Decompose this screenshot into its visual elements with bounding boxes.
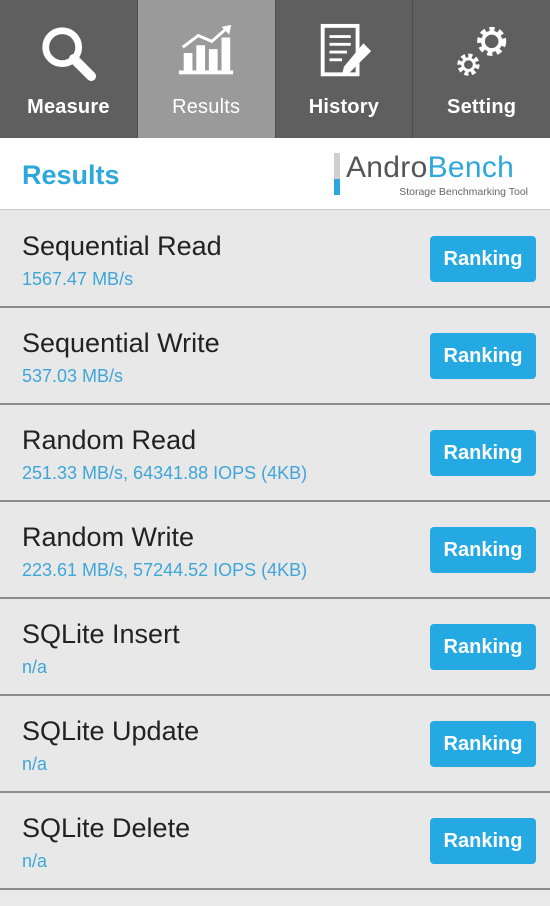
results-list: Sequential Read 1567.47 MB/s Ranking Seq…: [0, 211, 550, 890]
tab-label: Setting: [447, 96, 517, 118]
result-value: 1567.47 MB/s: [22, 269, 134, 289]
result-row-sqlite-delete: SQLite Delete n/a Ranking: [0, 793, 550, 890]
result-row-sqlite-update: SQLite Update n/a Ranking: [0, 696, 550, 793]
ranking-button[interactable]: Ranking: [430, 527, 536, 573]
tab-setting[interactable]: Setting: [413, 0, 550, 138]
ranking-button[interactable]: Ranking: [430, 721, 536, 767]
ranking-button[interactable]: Ranking: [430, 236, 536, 282]
bar-chart-icon: [173, 20, 239, 86]
tab-results[interactable]: Results: [137, 0, 276, 138]
logo-andro: Andro: [346, 151, 428, 184]
result-name: Random Write: [22, 522, 195, 552]
result-row-sequential-write: Sequential Write 537.03 MB/s Ranking: [0, 308, 550, 405]
result-name: SQLite Delete: [22, 813, 191, 843]
androbench-logo: AndroBench Storage Benchmarking Tool: [334, 151, 534, 198]
ranking-button[interactable]: Ranking: [430, 333, 536, 379]
ranking-button[interactable]: Ranking: [430, 624, 536, 670]
tab-measure[interactable]: Measure: [0, 0, 138, 138]
result-value: n/a: [22, 851, 48, 871]
result-row-random-read: Random Read 251.33 MB/s, 64341.88 IOPS (…: [0, 405, 550, 502]
result-row-sqlite-insert: SQLite Insert n/a Ranking: [0, 599, 550, 696]
document-pen-icon: [311, 20, 377, 86]
ranking-button[interactable]: Ranking: [430, 818, 536, 864]
magnifier-icon: [35, 20, 101, 86]
result-value: 251.33 MB/s, 64341.88 IOPS (4KB): [22, 463, 308, 483]
result-name: SQLite Update: [22, 716, 200, 746]
tab-bar: Measure Results History Setting: [0, 0, 550, 138]
logo-name: AndroBench: [346, 151, 514, 185]
result-name: Sequential Write: [22, 328, 220, 358]
result-name: SQLite Insert: [22, 619, 180, 649]
result-value: n/a: [22, 754, 48, 774]
logo-bar-icon: [334, 153, 340, 195]
ranking-button[interactable]: Ranking: [430, 430, 536, 476]
tab-history[interactable]: History: [275, 0, 414, 138]
tab-label: History: [308, 96, 380, 118]
result-value: 223.61 MB/s, 57244.52 IOPS (4KB): [22, 560, 308, 580]
logo-bench: Bench: [427, 151, 515, 184]
result-value: 537.03 MB/s: [22, 366, 124, 386]
results-header: Results AndroBench Storage Benchmarking …: [0, 138, 550, 210]
tab-label: Measure: [27, 96, 110, 118]
gears-icon: [449, 20, 515, 86]
tab-label: Results: [172, 96, 241, 118]
logo-tagline: Storage Benchmarking Tool: [399, 186, 528, 198]
result-name: Sequential Read: [22, 231, 222, 261]
result-row-random-write: Random Write 223.61 MB/s, 57244.52 IOPS …: [0, 502, 550, 599]
result-value: n/a: [22, 657, 48, 677]
result-name: Random Read: [22, 425, 197, 455]
page-title: Results: [22, 160, 120, 190]
result-row-sequential-read: Sequential Read 1567.47 MB/s Ranking: [0, 211, 550, 308]
